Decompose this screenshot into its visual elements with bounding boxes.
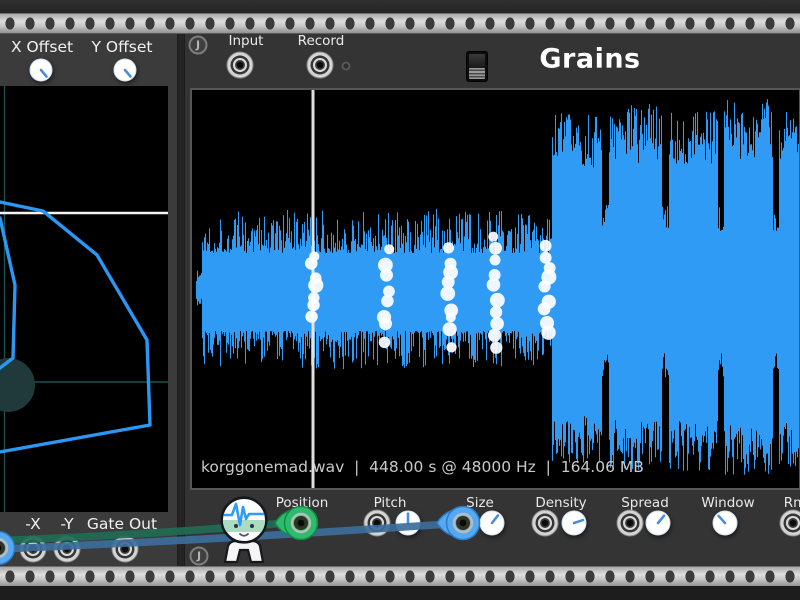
record-label: Record <box>298 33 345 49</box>
rack-frame-bottom <box>0 586 800 600</box>
record-switch-well <box>469 54 485 69</box>
record-led <box>342 62 351 71</box>
grains-module: J Input Record Grains korggonemad.wav | … <box>185 31 800 567</box>
spread-knob[interactable] <box>643 508 673 538</box>
xy-scope-traces <box>0 86 168 512</box>
mascot-eye-left <box>234 524 238 528</box>
brand-logo-bottom: J <box>190 547 209 566</box>
xy-pad-module: X Offset Y Offset -X -Y Gate Out <box>0 31 177 567</box>
y-offset-label: Y Offset <box>92 38 153 56</box>
input-label: Input <box>229 33 264 49</box>
pitch-port[interactable] <box>363 509 391 537</box>
density-knob[interactable] <box>559 508 589 538</box>
rm-port[interactable] <box>779 509 800 537</box>
rack-frame-top <box>0 0 800 13</box>
y-offset-knob[interactable] <box>111 56 139 84</box>
mascot-art <box>217 494 271 564</box>
density-port[interactable] <box>531 509 559 537</box>
file-info-text: korggonemad.wav | 448.00 s @ 48000 Hz | … <box>201 458 644 476</box>
x-offset-knob[interactable] <box>27 56 55 84</box>
record-switch-handle[interactable] <box>469 68 485 79</box>
pitch-knob[interactable] <box>393 508 423 538</box>
input-port[interactable] <box>226 51 254 79</box>
gate-out-port[interactable] <box>111 535 139 563</box>
neg-y-label: -Y <box>60 515 73 533</box>
record-switch[interactable] <box>466 51 488 82</box>
spread-port[interactable] <box>616 509 644 537</box>
module-separator <box>177 31 185 567</box>
x-offset-label: X Offset <box>11 38 73 56</box>
xy-scope-display[interactable] <box>0 86 168 512</box>
neg-y-port[interactable] <box>53 535 81 563</box>
rack-rail-bottom <box>0 566 800 587</box>
module-title: Grains <box>539 44 640 75</box>
position-port[interactable] <box>287 509 315 537</box>
neg-x-label: -X <box>25 515 40 533</box>
waveform-graph <box>192 90 799 488</box>
mascot-eye-right <box>250 524 254 528</box>
record-port[interactable] <box>306 51 334 79</box>
window-knob[interactable] <box>710 508 740 538</box>
size-port[interactable] <box>449 509 477 537</box>
waveform-display[interactable]: korggonemad.wav | 448.00 s @ 48000 Hz | … <box>190 88 800 490</box>
neg-x-port[interactable] <box>19 535 47 563</box>
rack-rail-top <box>0 13 800 34</box>
size-knob[interactable] <box>477 508 507 538</box>
gate-out-label: Gate Out <box>87 515 157 533</box>
mascot-face-band <box>221 520 267 532</box>
brand-logo-top: J <box>189 36 208 55</box>
grains-mascot <box>217 494 271 564</box>
rack-view: X Offset Y Offset -X -Y Gate Out J Input… <box>0 0 800 600</box>
mascot-body <box>225 541 263 562</box>
